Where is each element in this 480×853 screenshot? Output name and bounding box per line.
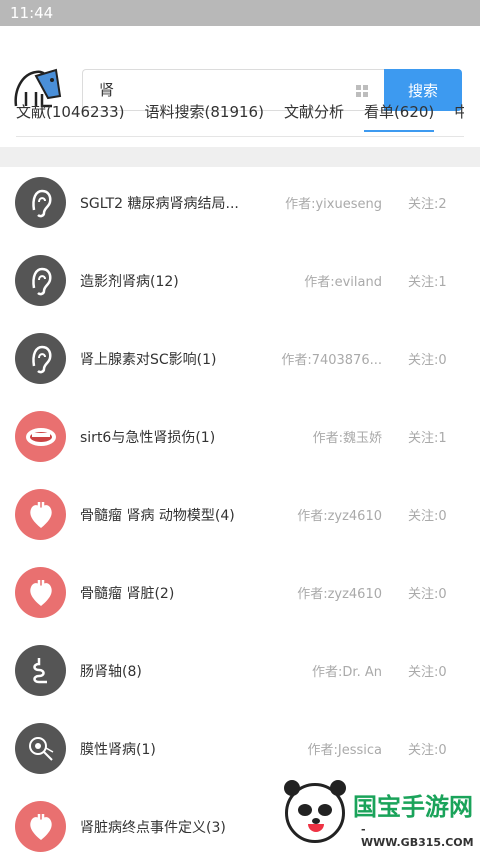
list-item-follow-count: 关注:0: [408, 587, 447, 602]
ear-icon: [15, 177, 66, 228]
list-item-follow-count: 关注:2: [408, 197, 447, 212]
watermark-url: - WWW.GB315.COM -: [361, 823, 474, 853]
list-item-follow-count: 关注:0: [408, 509, 447, 524]
list-item-author: 作者:eviland: [304, 275, 382, 290]
list-item-author: 作者:7403876...: [281, 353, 382, 368]
list-item-author: 作者:yixueseng: [285, 197, 382, 212]
reading-list: SGLT2 糖尿病肾病结局... 作者:yixueseng 关注:2 造影剂肾病(12…: [0, 167, 480, 853]
intestine-icon: [15, 645, 66, 696]
list-item-author: 作者:Dr. An: [312, 665, 382, 680]
list-item-follow-count: 关注:0: [408, 743, 447, 758]
heart-icon: [15, 801, 66, 852]
list-item[interactable]: 造影剂肾病(12) 作者:eviland 关注:1: [0, 245, 480, 323]
list-item[interactable]: 骨髓瘤 肾病 动物模型(4) 作者:zyz4610 关注:0: [0, 479, 480, 557]
heart-icon: [15, 489, 66, 540]
section-divider: [0, 147, 480, 167]
tab-2[interactable]: 文献分析: [284, 101, 344, 130]
list-item-follow-count: 关注:1: [408, 275, 447, 290]
list-item-follow-count: 关注:0: [408, 353, 447, 368]
list-item[interactable]: 肾上腺素对SC影响(1) 作者:7403876... 关注:0: [0, 323, 480, 401]
search-input[interactable]: [99, 80, 339, 98]
ear-icon: [15, 333, 66, 384]
list-item-title: 骨髓瘤 肾病 动物模型(4): [80, 508, 235, 524]
heart-icon: [15, 567, 66, 618]
list-item-follow-count: 关注:0: [408, 665, 447, 680]
list-item-title: 肾脏病终点事件定义(3): [80, 820, 226, 836]
watermark: 国宝手游网 - WWW.GB315.COM -: [265, 773, 480, 853]
tab-4[interactable]: 中国: [454, 101, 464, 130]
status-bar: 11:44: [0, 0, 480, 26]
list-item-title: 造影剂肾病(12): [80, 274, 179, 290]
tab-3[interactable]: 看单(620): [363, 101, 435, 132]
teeth-icon: [15, 411, 66, 462]
tab-bar: 文献(1046233) 语料搜索(81916) 文献分析看单(620) 中国: [16, 101, 464, 137]
header: 搜索: [0, 26, 480, 111]
panda-logo-icon: [284, 780, 346, 843]
list-item[interactable]: 肠肾轴(8) 作者:Dr. An 关注:0: [0, 635, 480, 713]
list-item-follow-count: 关注:1: [408, 431, 447, 446]
grid-icon[interactable]: [356, 85, 368, 97]
list-item[interactable]: SGLT2 糖尿病肾病结局... 作者:yixueseng 关注:2: [0, 167, 480, 245]
list-item-title: 骨髓瘤 肾脏(2): [80, 586, 175, 602]
cell-icon: [15, 723, 66, 774]
list-item-title: sirt6与急性肾损伤(1): [80, 430, 216, 446]
tab-0[interactable]: 文献(1046233): [16, 101, 125, 130]
list-item-author: 作者:zyz4610: [297, 587, 382, 602]
list-item[interactable]: 骨髓瘤 肾脏(2) 作者:zyz4610 关注:0: [0, 557, 480, 635]
tab-1[interactable]: 语料搜索(81916): [145, 101, 264, 130]
list-item-title: 肠肾轴(8): [80, 664, 142, 680]
list-item-title: 膜性肾病(1): [80, 742, 156, 758]
list-item-author: 作者:Jessica: [307, 743, 382, 758]
status-time: 11:44: [10, 4, 54, 22]
list-item-author: 作者:zyz4610: [297, 509, 382, 524]
ear-icon: [15, 255, 66, 306]
list-item-title: 肾上腺素对SC影响(1): [80, 352, 217, 368]
list-item-title: SGLT2 糖尿病肾病结局...: [80, 196, 239, 212]
watermark-brand: 国宝手游网: [353, 793, 473, 821]
list-item-author: 作者:魏玉娇: [312, 431, 382, 446]
list-item[interactable]: sirt6与急性肾损伤(1) 作者:魏玉娇 关注:1: [0, 401, 480, 479]
